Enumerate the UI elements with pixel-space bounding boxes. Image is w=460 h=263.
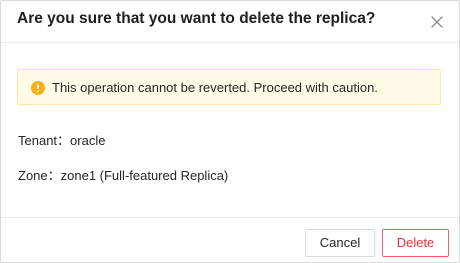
tenant-field: Tenant：oracle xyxy=(18,133,106,148)
delete-button[interactable]: Delete xyxy=(382,229,449,257)
delete-replica-dialog: Are you sure that you want to delete the… xyxy=(0,0,460,263)
close-icon[interactable] xyxy=(429,14,445,30)
alert-message: This operation cannot be reverted. Proce… xyxy=(52,80,378,95)
warning-icon xyxy=(31,81,45,95)
footer-divider xyxy=(1,217,459,218)
warning-alert: This operation cannot be reverted. Proce… xyxy=(17,69,441,105)
dialog-header: Are you sure that you want to delete the… xyxy=(1,1,459,43)
dialog-title: Are you sure that you want to delete the… xyxy=(17,10,376,27)
cancel-button[interactable]: Cancel xyxy=(305,229,375,257)
zone-field: Zone：zone1 (Full-featured Replica) xyxy=(18,168,229,183)
